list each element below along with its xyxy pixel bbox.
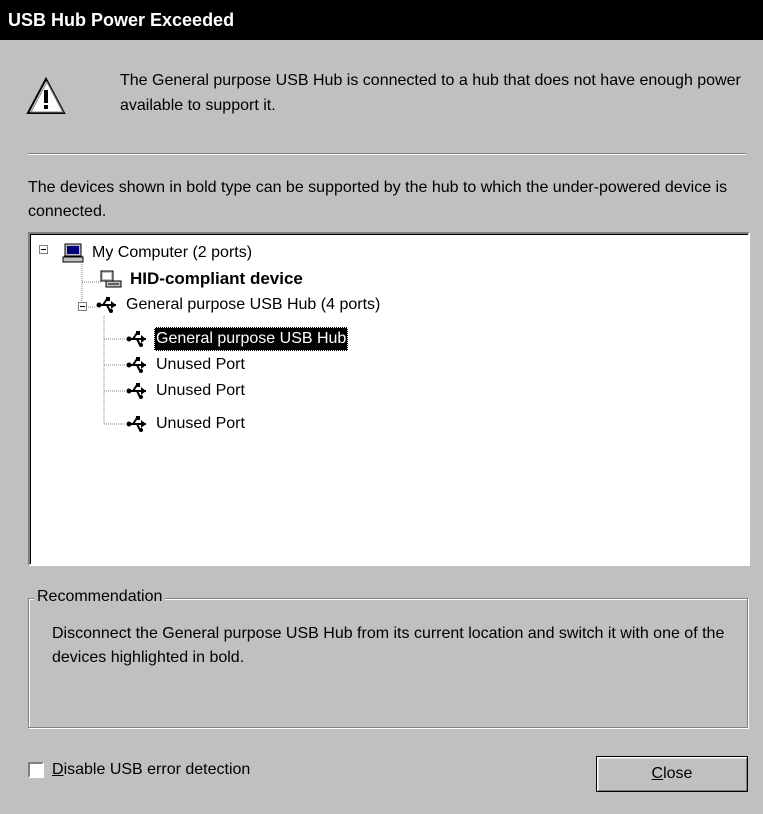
computer-icon <box>62 243 84 263</box>
hid-device-icon <box>100 270 122 288</box>
device-tree[interactable]: My Computer (2 ports) HID-compliant devi… <box>28 232 750 566</box>
tree-node-label: HID-compliant device <box>130 269 303 288</box>
recommendation-title: Recommendation <box>34 587 166 607</box>
separator <box>28 153 746 155</box>
dialog-window: USB Hub Power Exceeded The General purpo… <box>0 0 763 814</box>
collapse-root-button[interactable] <box>39 245 48 254</box>
tree-node-label: General purpose USB Hub (4 ports) <box>126 296 381 313</box>
tree-node-label: Unused Port <box>156 382 245 399</box>
usb-icon <box>96 297 116 313</box>
collapse-hub-button[interactable] <box>78 302 87 311</box>
close-button[interactable]: Close <box>596 756 748 792</box>
disable-error-detection-checkbox[interactable] <box>28 762 44 778</box>
close-button-label: lose <box>663 765 693 782</box>
tree-node-label: Unused Port <box>156 415 245 432</box>
hotkey-letter: D <box>52 761 64 778</box>
usb-icon <box>126 331 146 347</box>
warning-message: The General purpose USB Hub is connected… <box>120 72 741 114</box>
window-title: USB Hub Power Exceeded <box>8 10 235 30</box>
checkbox-label-text: isable USB error detection <box>63 761 251 778</box>
tree-node-label: Unused Port <box>156 356 245 373</box>
tree-node-label: My Computer (2 ports) <box>92 244 253 261</box>
hotkey-letter: C <box>651 765 664 782</box>
disable-error-detection-label[interactable]: Disable USB error detection <box>52 760 250 780</box>
usb-icon <box>126 416 146 432</box>
info-text: The devices shown in bold type can be su… <box>28 179 728 220</box>
warning-icon <box>26 76 66 114</box>
tree-node-label: General purpose USB Hub <box>154 327 349 351</box>
usb-icon <box>126 383 146 399</box>
recommendation-text: Disconnect the General purpose USB Hub f… <box>52 625 725 666</box>
usb-icon <box>126 357 146 373</box>
title-bar[interactable]: USB Hub Power Exceeded <box>0 0 763 40</box>
